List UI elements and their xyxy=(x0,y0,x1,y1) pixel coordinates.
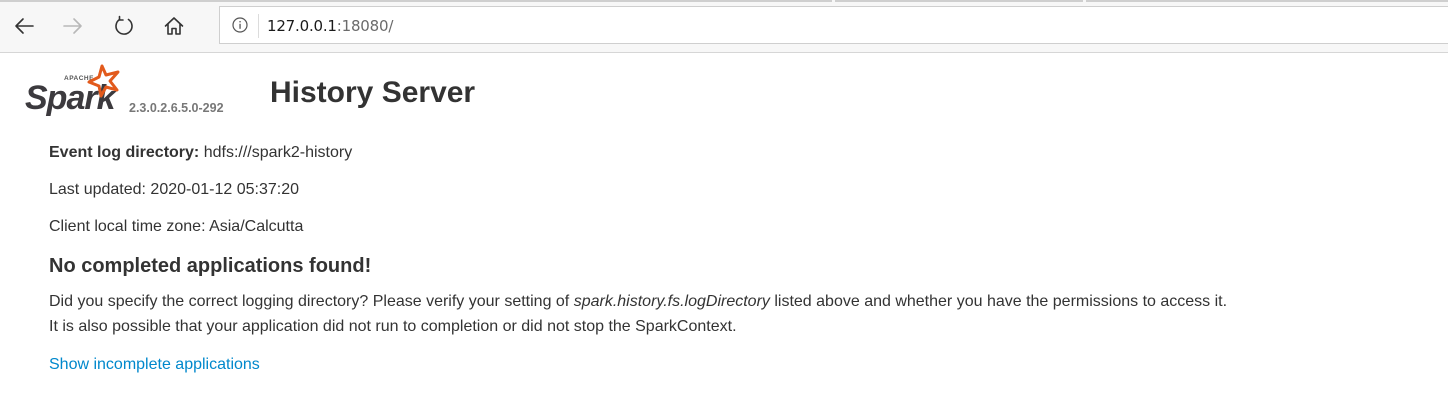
url-host: 127.0.0.1 xyxy=(267,17,337,35)
event-log-label: Event log directory: xyxy=(49,144,200,161)
hint-text-end: listed above and whether you have the pe… xyxy=(769,293,1228,310)
url-text[interactable]: 127.0.0.1:18080/ xyxy=(267,17,393,35)
address-bar[interactable]: 127.0.0.1:18080/ xyxy=(219,6,1448,44)
tab-divider xyxy=(1086,0,1448,2)
hint-text-start: Did you specify the correct logging dire… xyxy=(49,293,574,310)
no-applications-heading: No completed applications found! xyxy=(49,255,372,277)
refresh-icon xyxy=(115,15,133,35)
browser-toolbar: 127.0.0.1:18080/ xyxy=(0,0,1448,53)
incomplete-apps-paragraph: Show incomplete applications xyxy=(49,355,260,375)
page-title: History Server xyxy=(270,76,476,109)
client-timezone: Client local time zone: Asia/Calcutta xyxy=(49,218,304,235)
event-log-value: hdfs:///spark2-history xyxy=(203,144,353,161)
back-arrow-icon xyxy=(15,18,34,34)
last-updated: Last updated: 2020-01-12 05:37:20 xyxy=(49,181,299,198)
spark-logo[interactable]: APACHE Spark xyxy=(22,64,128,118)
log-directory-setting: spark.history.fs.logDirectory xyxy=(573,293,770,310)
tab-divider xyxy=(0,0,832,2)
tab-divider xyxy=(835,0,1083,2)
completion-hint: It is also possible that your applicatio… xyxy=(49,318,737,335)
event-log-directory: Event log directory: hdfs:///spark2-hist… xyxy=(49,143,352,163)
url-port-path: :18080/ xyxy=(336,17,394,35)
home-button[interactable] xyxy=(158,10,190,42)
info-icon[interactable] xyxy=(232,17,248,33)
show-incomplete-applications-link[interactable]: Show incomplete applications xyxy=(49,356,260,373)
forward-arrow-icon xyxy=(63,18,82,34)
refresh-button[interactable] xyxy=(108,10,140,42)
back-button[interactable] xyxy=(8,10,40,42)
logo-spark-text: Spark xyxy=(25,79,118,117)
home-icon xyxy=(164,17,184,35)
address-separator xyxy=(258,14,259,38)
logging-directory-hint: Did you specify the correct logging dire… xyxy=(49,292,1227,312)
spark-version: 2.3.0.2.6.5.0-292 xyxy=(129,101,224,115)
forward-button[interactable] xyxy=(57,10,89,42)
